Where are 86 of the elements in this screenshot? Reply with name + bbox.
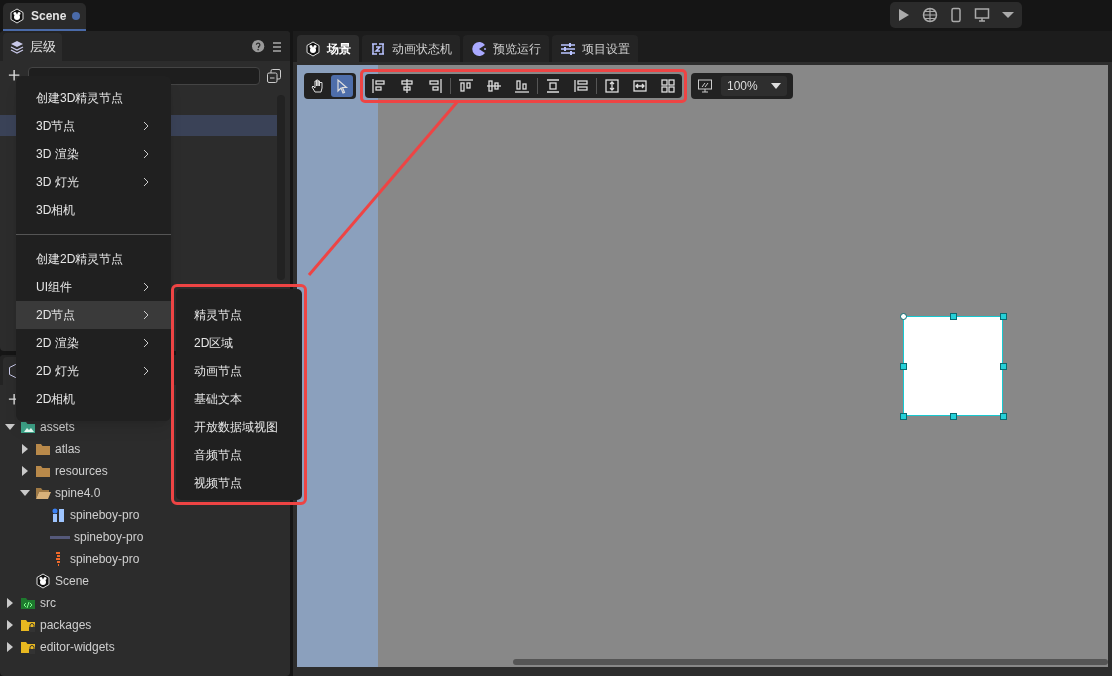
scene-canvas[interactable]: 100% <box>297 65 1108 667</box>
menu-item[interactable]: 3D节点 <box>16 112 171 140</box>
menu-item[interactable]: UI组件 <box>16 273 171 301</box>
resize-handle[interactable] <box>1000 413 1007 420</box>
editor-tab[interactable]: 动画状态机 <box>362 35 460 62</box>
resize-handle[interactable] <box>900 413 907 420</box>
code-folder-icon <box>20 595 36 611</box>
sprite-node[interactable] <box>903 316 1003 416</box>
menu-item[interactable]: 2D节点 <box>16 301 171 329</box>
pacman-icon <box>471 40 487 57</box>
menu-item[interactable]: 2D相机 <box>16 385 171 413</box>
align-center-icon[interactable] <box>399 78 415 94</box>
menu-item[interactable]: 创建2D精灵节点 <box>16 245 171 273</box>
resize-handle[interactable] <box>900 363 907 370</box>
align-middle-icon[interactable] <box>486 78 502 94</box>
logo-icon <box>305 40 321 57</box>
phone-icon <box>948 7 964 23</box>
menu-item[interactable]: 3D相机 <box>16 196 171 224</box>
grid-icon[interactable] <box>660 78 676 94</box>
folder-icon <box>35 485 51 501</box>
tree-item[interactable]: spine4.0 <box>55 484 101 502</box>
tree-item[interactable]: assets <box>40 418 75 436</box>
collapse-all-icon <box>266 68 282 84</box>
editor-tab[interactable]: 预览运行 <box>463 35 549 62</box>
tree-item[interactable]: spineboy-pro <box>70 506 140 524</box>
align-left-icon[interactable] <box>371 78 387 94</box>
collapse-arrow-icon <box>5 422 15 432</box>
logo-icon <box>35 573 51 589</box>
tree-item[interactable]: editor-widgets <box>40 638 115 656</box>
collapse-arrow-icon <box>20 488 30 498</box>
align-right-icon[interactable] <box>427 78 443 94</box>
locked-folder-icon <box>20 639 36 655</box>
panel-tab[interactable]: 层级 <box>3 33 62 61</box>
tree-item[interactable]: src <box>40 594 56 612</box>
locked-folder-icon <box>20 617 36 633</box>
screen-icon <box>697 78 713 94</box>
vertical-size-icon[interactable] <box>604 78 620 94</box>
align-bottom-icon[interactable] <box>514 78 530 94</box>
tree-item[interactable]: resources <box>55 462 108 480</box>
atlas-icon <box>50 535 70 539</box>
hand-icon <box>310 78 326 94</box>
document-tab[interactable]: Scene <box>3 3 87 31</box>
layers-icon <box>9 39 25 55</box>
logo-icon <box>9 8 25 24</box>
tree-item[interactable]: spineboy-pro <box>74 528 144 546</box>
caret-down-icon <box>771 83 781 89</box>
skeleton-icon <box>50 507 66 523</box>
resize-handle[interactable] <box>1000 313 1007 320</box>
resize-handle[interactable] <box>900 313 907 320</box>
monitor-icon <box>974 7 990 23</box>
editor-tab[interactable]: 项目设置 <box>552 35 638 62</box>
image-folder-icon <box>20 419 36 435</box>
align-top-icon[interactable] <box>458 78 474 94</box>
distribute-vertical-icon[interactable] <box>545 78 561 94</box>
distribute-horizontal-icon[interactable] <box>573 78 589 94</box>
tree-item[interactable]: Scene <box>55 572 90 590</box>
menu-item[interactable]: 3D 渲染 <box>16 140 171 168</box>
menu-icon <box>272 41 282 53</box>
expand-arrow-icon <box>5 642 15 652</box>
folder-icon <box>35 463 51 479</box>
tree-item[interactable]: spineboy-pro <box>70 550 140 568</box>
expand-arrow-icon <box>20 444 30 454</box>
sliders-icon <box>560 40 576 57</box>
globe-icon <box>922 7 938 23</box>
menu-item[interactable]: 创建3D精灵节点 <box>16 84 171 112</box>
menu-item[interactable]: 3D 灯光 <box>16 168 171 196</box>
tree-item[interactable]: atlas <box>55 440 81 458</box>
horizontal-size-icon[interactable] <box>632 78 648 94</box>
state-machine-icon <box>370 40 386 57</box>
expand-arrow-icon <box>20 466 30 476</box>
horizontal-scrollbar[interactable] <box>513 659 1108 665</box>
resize-handle[interactable] <box>950 313 957 320</box>
expand-arrow-icon <box>5 620 15 630</box>
resize-handle[interactable] <box>950 413 957 420</box>
pointer-icon <box>334 78 350 94</box>
resize-handle[interactable] <box>1000 363 1007 370</box>
menu-item[interactable]: 2D 灯光 <box>16 357 171 385</box>
plus-icon <box>8 69 22 83</box>
help-icon <box>252 40 266 54</box>
zoom-dropdown[interactable]: 100% <box>721 76 787 96</box>
editor-tab[interactable]: 场景 <box>297 35 359 62</box>
expand-arrow-icon <box>5 598 15 608</box>
tool-button[interactable] <box>331 75 353 97</box>
folder-icon <box>35 441 51 457</box>
tree-item[interactable]: packages <box>40 616 92 634</box>
menu-item[interactable]: 2D 渲染 <box>16 329 171 357</box>
